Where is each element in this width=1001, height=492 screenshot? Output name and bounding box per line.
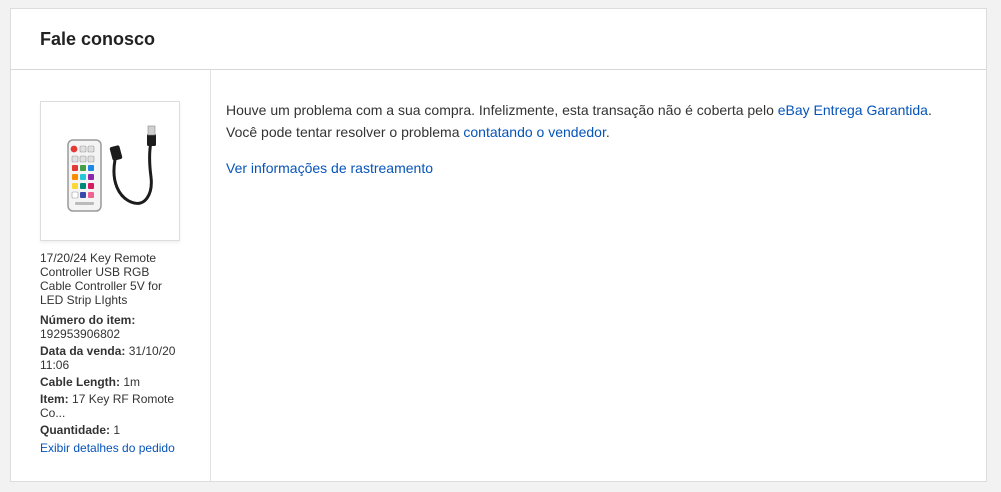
detail-label: Data da venda: <box>40 344 126 358</box>
order-details-link[interactable]: Exibir detalhes do pedido <box>40 441 175 455</box>
coverage-end: . <box>927 102 932 118</box>
detail-label: Quantidade: <box>40 423 111 437</box>
detail-value: 1 <box>113 423 121 437</box>
guarantee-link[interactable]: eBay Entrega Garantida <box>778 102 928 118</box>
detail-value: 1m <box>123 375 141 389</box>
detail-label: Cable Length: <box>40 375 120 389</box>
sale-date-detail: Data da venda: 31/10/20 11:06 <box>40 344 182 372</box>
contact-seller-link[interactable]: contatando o vendedor <box>463 124 605 140</box>
page-title: Fale conosco <box>40 29 156 49</box>
item-title: 17/20/24 Key Remote Controller USB RGB C… <box>40 251 163 307</box>
resolve-text: Você pode tentar resolver o problema <box>226 124 464 140</box>
detail-value: 192953906802 <box>40 327 121 341</box>
item-variant-detail: Item: 17 Key RF Romote Co... <box>40 392 182 420</box>
item-number-detail: Número do item: 192953906802 <box>40 313 182 341</box>
coverage-text: Houve um problema com a sua compra. Infe… <box>226 102 778 118</box>
card-body: 17/20/24 Key Remote Controller USB RGB C… <box>11 70 986 481</box>
coverage-message: Houve um problema com a sua compra. Infe… <box>226 99 966 121</box>
resolve-end: . <box>605 124 610 140</box>
message-panel: Houve um problema com a sua compra. Infe… <box>226 99 966 179</box>
detail-label: Item: <box>40 392 69 406</box>
contact-card: Fale conosco 17/20/24 Key Remote Control… <box>10 8 987 482</box>
card-header: Fale conosco <box>11 9 986 70</box>
rgb-remote-controller-icon <box>67 125 156 212</box>
resolve-message: Você pode tentar resolver o problema con… <box>226 121 966 143</box>
cable-length-detail: Cable Length: 1m <box>40 375 182 389</box>
product-image[interactable] <box>40 101 180 241</box>
item-sidebar: 17/20/24 Key Remote Controller USB RGB C… <box>11 70 211 481</box>
tracking-info-link[interactable]: Ver informações de rastreamento <box>226 157 966 179</box>
item-info: 17/20/24 Key Remote Controller USB RGB C… <box>40 251 182 455</box>
detail-label: Número do item: <box>40 313 136 327</box>
quantity-detail: Quantidade: 1 <box>40 423 182 437</box>
